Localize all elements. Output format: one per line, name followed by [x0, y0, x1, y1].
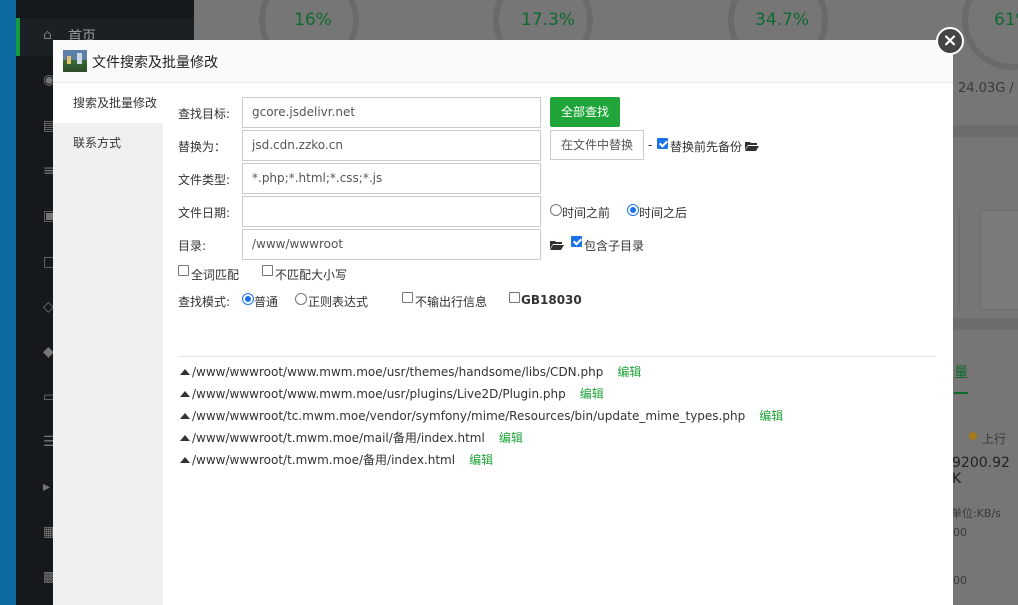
no-output-label: 不输出行信息 [415, 295, 488, 309]
sidebar-item-contact[interactable]: 联系方式 [53, 123, 163, 163]
caret-up-icon[interactable] [180, 391, 190, 397]
gb18030-label: GB18030 [521, 293, 582, 307]
backup-checkbox[interactable] [657, 138, 668, 149]
directory-label: 目录: [178, 239, 207, 253]
load-gauge-value: 16% [294, 10, 332, 30]
include-subdirs-label: 包含子目录 [584, 239, 645, 253]
dialog-title: 文件搜索及批量修改 [92, 55, 218, 71]
search-target-label: 查找目标: [178, 107, 231, 121]
search-mode-label: 查找模式: [178, 295, 231, 309]
mode-regex-label: 正则表达式 [308, 295, 369, 309]
axis-tick: 00 [953, 574, 967, 587]
caret-up-icon[interactable] [180, 369, 190, 375]
result-path: /www/wwwroot/tc.mwm.moe/vendor/symfony/m… [192, 409, 746, 423]
result-row[interactable]: /www/wwwroot/t.mwm.moe/mail/备用/index.htm… [180, 429, 523, 446]
folder-open-icon[interactable] [550, 240, 564, 250]
ignore-case-label: 不匹配大小写 [275, 268, 348, 282]
edit-link[interactable]: 编辑 [499, 431, 523, 445]
axis-tick: 00 [953, 526, 967, 539]
caret-up-icon[interactable] [180, 435, 190, 441]
mode-normal-label: 普通 [254, 295, 279, 309]
directory-input[interactable]: /www/wwwroot [242, 229, 541, 260]
edit-link[interactable]: 编辑 [469, 453, 493, 467]
traffic-tab-underline [954, 392, 968, 394]
mode-normal-radio[interactable] [242, 293, 254, 305]
result-row[interactable]: /www/wwwroot/t.mwm.moe/备用/index.html 编辑 [180, 451, 493, 468]
results-divider [178, 356, 936, 357]
search-all-button[interactable]: 全部查找 [550, 97, 620, 127]
stat-card-2 [980, 210, 1018, 310]
traffic-tab[interactable]: 量 [954, 362, 968, 382]
replace-in-file-button[interactable]: 在文件中替换 [550, 130, 644, 160]
result-path: /www/wwwroot/www.mwm.moe/usr/themes/hand… [192, 365, 604, 379]
stat-card [958, 210, 960, 310]
terminal-icon: ▸ [43, 479, 51, 495]
result-path: /www/wwwroot/t.mwm.moe/备用/index.html [192, 453, 456, 467]
file-type-label: 文件类型: [178, 173, 231, 187]
gb18030-checkbox[interactable] [509, 292, 520, 303]
dialog-sidebar: 搜索及批量修改 联系方式 [53, 83, 163, 605]
file-search-dialog: 文件搜索及批量修改 搜索及批量修改 联系方式 查找目标: gcore.jsdel… [53, 40, 953, 605]
plugin-logo-icon [63, 50, 87, 72]
replace-input[interactable]: jsd.cdn.zzko.cn [242, 130, 541, 161]
search-target-input[interactable]: gcore.jsdelivr.net [242, 97, 541, 128]
result-row[interactable]: /www/wwwroot/www.mwm.moe/usr/plugins/Liv… [180, 385, 604, 402]
result-row[interactable]: /www/wwwroot/tc.mwm.moe/vendor/symfony/m… [180, 407, 783, 424]
result-path: /www/wwwroot/www.mwm.moe/usr/plugins/Liv… [192, 387, 566, 401]
separator-dash: - [648, 138, 653, 152]
upload-value: 9200.92 K [952, 455, 1010, 487]
dialog-header: 文件搜索及批量修改 [53, 40, 953, 83]
disk-usage-text: 24.03G / [958, 81, 1014, 96]
backup-label: 替换前先备份 [670, 140, 743, 154]
time-after-label: 时间之后 [639, 206, 688, 220]
home-icon: ⌂ [43, 27, 52, 43]
file-date-input[interactable] [242, 196, 541, 227]
mode-regex-radio[interactable] [295, 293, 307, 305]
memory-gauge-value: 34.7% [755, 10, 810, 30]
include-subdirs-checkbox[interactable] [571, 236, 582, 247]
result-row[interactable]: /www/wwwroot/www.mwm.moe/usr/themes/hand… [180, 363, 641, 380]
edit-link[interactable]: 编辑 [580, 387, 604, 401]
upload-label: 上行 [982, 432, 1007, 446]
file-date-label: 文件日期: [178, 206, 231, 220]
cpu-gauge-value: 17.3% [521, 10, 576, 30]
edit-link[interactable]: 编辑 [617, 365, 641, 379]
whole-word-label: 全词匹配 [191, 268, 240, 282]
sidebar-item-search-replace[interactable]: 搜索及批量修改 [53, 83, 163, 123]
close-dialog-button[interactable]: × [936, 27, 964, 55]
unit-label: 单位:KB/s [951, 507, 1001, 520]
folder-open-icon[interactable] [745, 141, 759, 151]
caret-up-icon[interactable] [180, 413, 190, 419]
disk-gauge-value: 61% [994, 10, 1018, 30]
window-edge [0, 0, 16, 605]
search-form: 查找目标: gcore.jsdelivr.net 全部查找 替换为： jsd.c… [163, 83, 953, 605]
upload-legend-dot [969, 432, 977, 440]
no-output-checkbox[interactable] [402, 292, 413, 303]
file-type-input[interactable]: *.php;*.html;*.css;*.js [242, 163, 541, 194]
whole-word-checkbox[interactable] [178, 265, 189, 276]
ignore-case-checkbox[interactable] [262, 265, 273, 276]
edit-link[interactable]: 编辑 [759, 409, 783, 423]
time-after-radio[interactable] [627, 204, 639, 216]
replace-label: 替换为： [178, 140, 227, 154]
caret-up-icon[interactable] [180, 457, 190, 463]
time-before-label: 时间之前 [562, 206, 611, 220]
result-path: /www/wwwroot/t.mwm.moe/mail/备用/index.htm… [192, 431, 485, 445]
time-before-radio[interactable] [550, 204, 562, 216]
